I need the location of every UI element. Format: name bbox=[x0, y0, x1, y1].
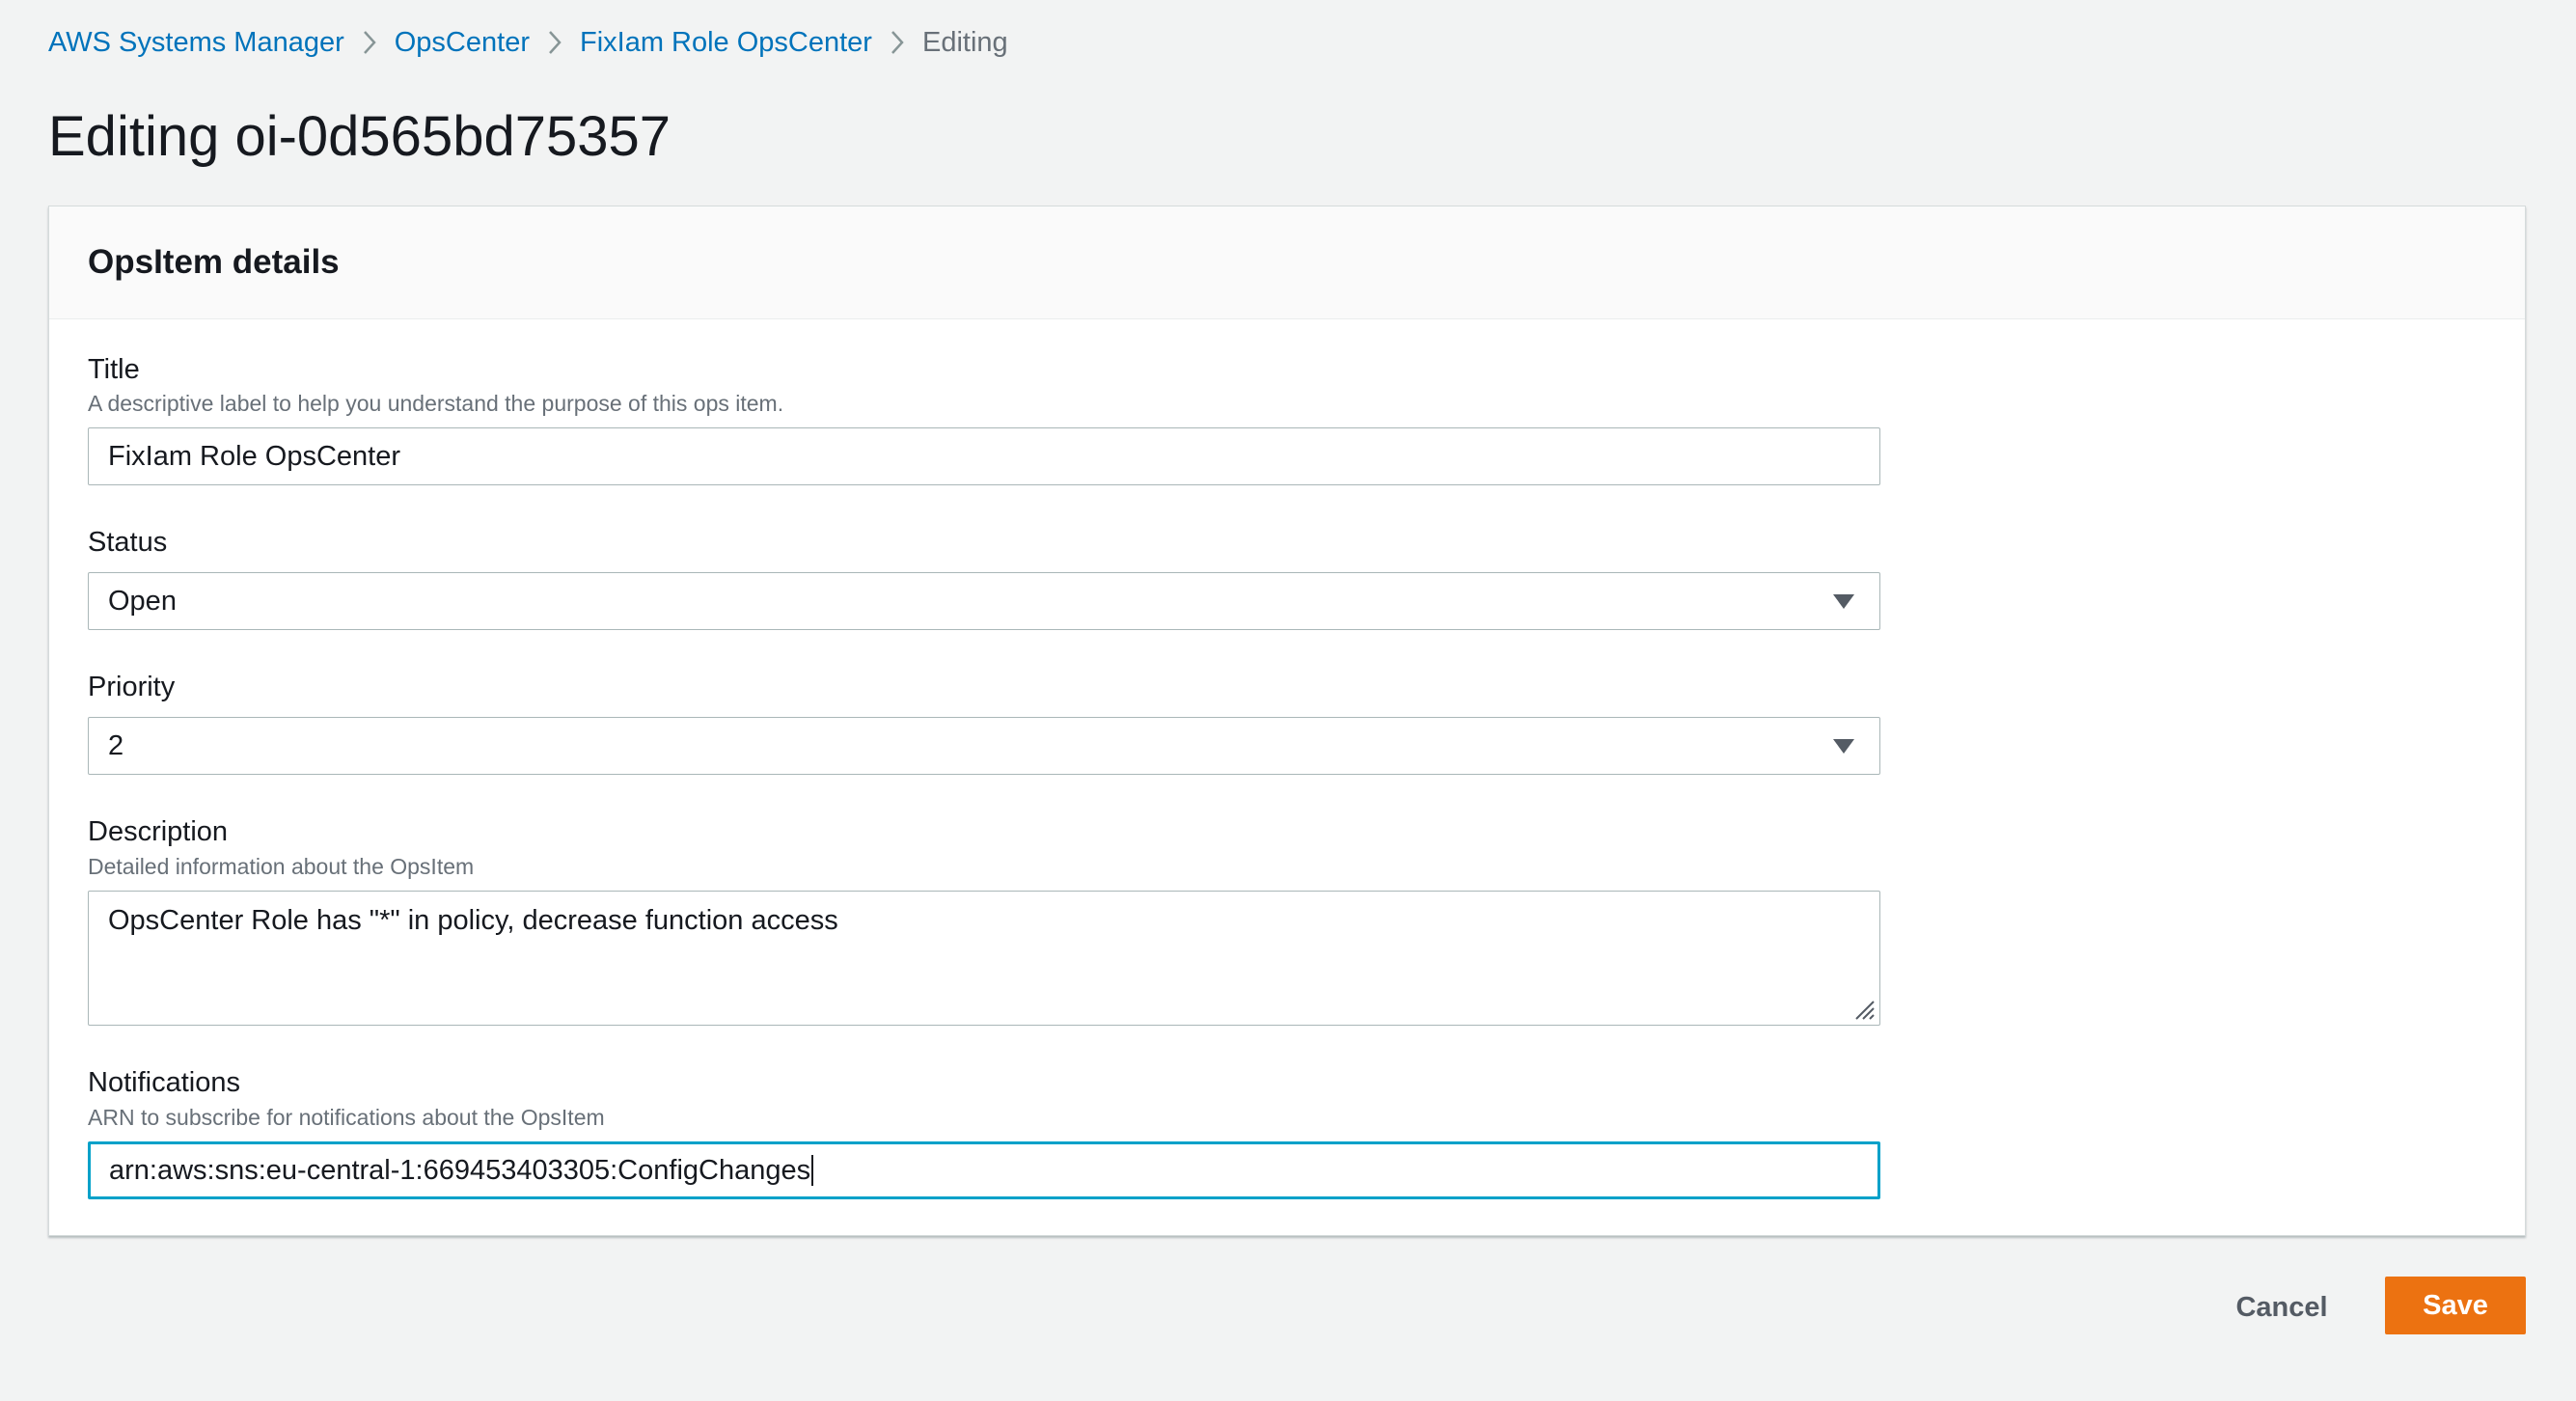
text-cursor bbox=[811, 1155, 814, 1186]
breadcrumb-opsitem-link[interactable]: FixIam Role OpsCenter bbox=[580, 27, 872, 59]
notifications-label: Notifications bbox=[88, 1067, 240, 1098]
title-label: Title bbox=[88, 354, 140, 385]
opsitem-details-panel: OpsItem details Title A descriptive labe… bbox=[48, 206, 2526, 1236]
breadcrumb-systems-manager-link[interactable]: AWS Systems Manager bbox=[48, 27, 344, 59]
title-description: A descriptive label to help you understa… bbox=[88, 391, 784, 416]
status-selected-value: Open bbox=[108, 585, 177, 617]
status-select[interactable]: Open bbox=[88, 572, 1880, 630]
notifications-helptext: ARN to subscribe for notifications about… bbox=[88, 1105, 605, 1130]
breadcrumb: AWS Systems Manager OpsCenter FixIam Rol… bbox=[48, 21, 1008, 64]
description-label: Description bbox=[88, 816, 229, 847]
notifications-arn-input[interactable]: arn:aws:sns:eu-central-1:669453403305:Co… bbox=[88, 1141, 1880, 1199]
panel-title: OpsItem details bbox=[88, 243, 340, 281]
notifications-value: arn:aws:sns:eu-central-1:669453403305:Co… bbox=[109, 1154, 811, 1186]
breadcrumb-opscenter-link[interactable]: OpsCenter bbox=[395, 27, 530, 59]
chevron-right-icon bbox=[878, 29, 917, 56]
panel-header: OpsItem details bbox=[49, 206, 2525, 319]
page-title: Editing oi-0d565bd75357 bbox=[48, 105, 671, 168]
caret-down-icon bbox=[1833, 738, 1854, 754]
title-input[interactable]: FixIam Role OpsCenter bbox=[88, 427, 1880, 485]
chevron-right-icon bbox=[535, 29, 574, 56]
description-textarea[interactable]: OpsCenter Role has "*" in policy, decrea… bbox=[88, 891, 1880, 1026]
description-value: OpsCenter Role has "*" in policy, decrea… bbox=[108, 905, 838, 936]
breadcrumb-current-page: Editing bbox=[921, 26, 1008, 58]
caret-down-icon bbox=[1833, 593, 1854, 609]
chevron-right-icon bbox=[350, 29, 389, 56]
priority-select[interactable]: 2 bbox=[88, 717, 1880, 775]
save-button[interactable]: Save bbox=[2385, 1277, 2526, 1334]
description-helptext: Detailed information about the OpsItem bbox=[88, 854, 475, 879]
cancel-button[interactable]: Cancel bbox=[2219, 1278, 2344, 1336]
status-label: Status bbox=[88, 527, 168, 558]
priority-label: Priority bbox=[88, 672, 176, 702]
resize-handle-icon[interactable] bbox=[1850, 996, 1876, 1021]
priority-selected-value: 2 bbox=[108, 729, 124, 761]
